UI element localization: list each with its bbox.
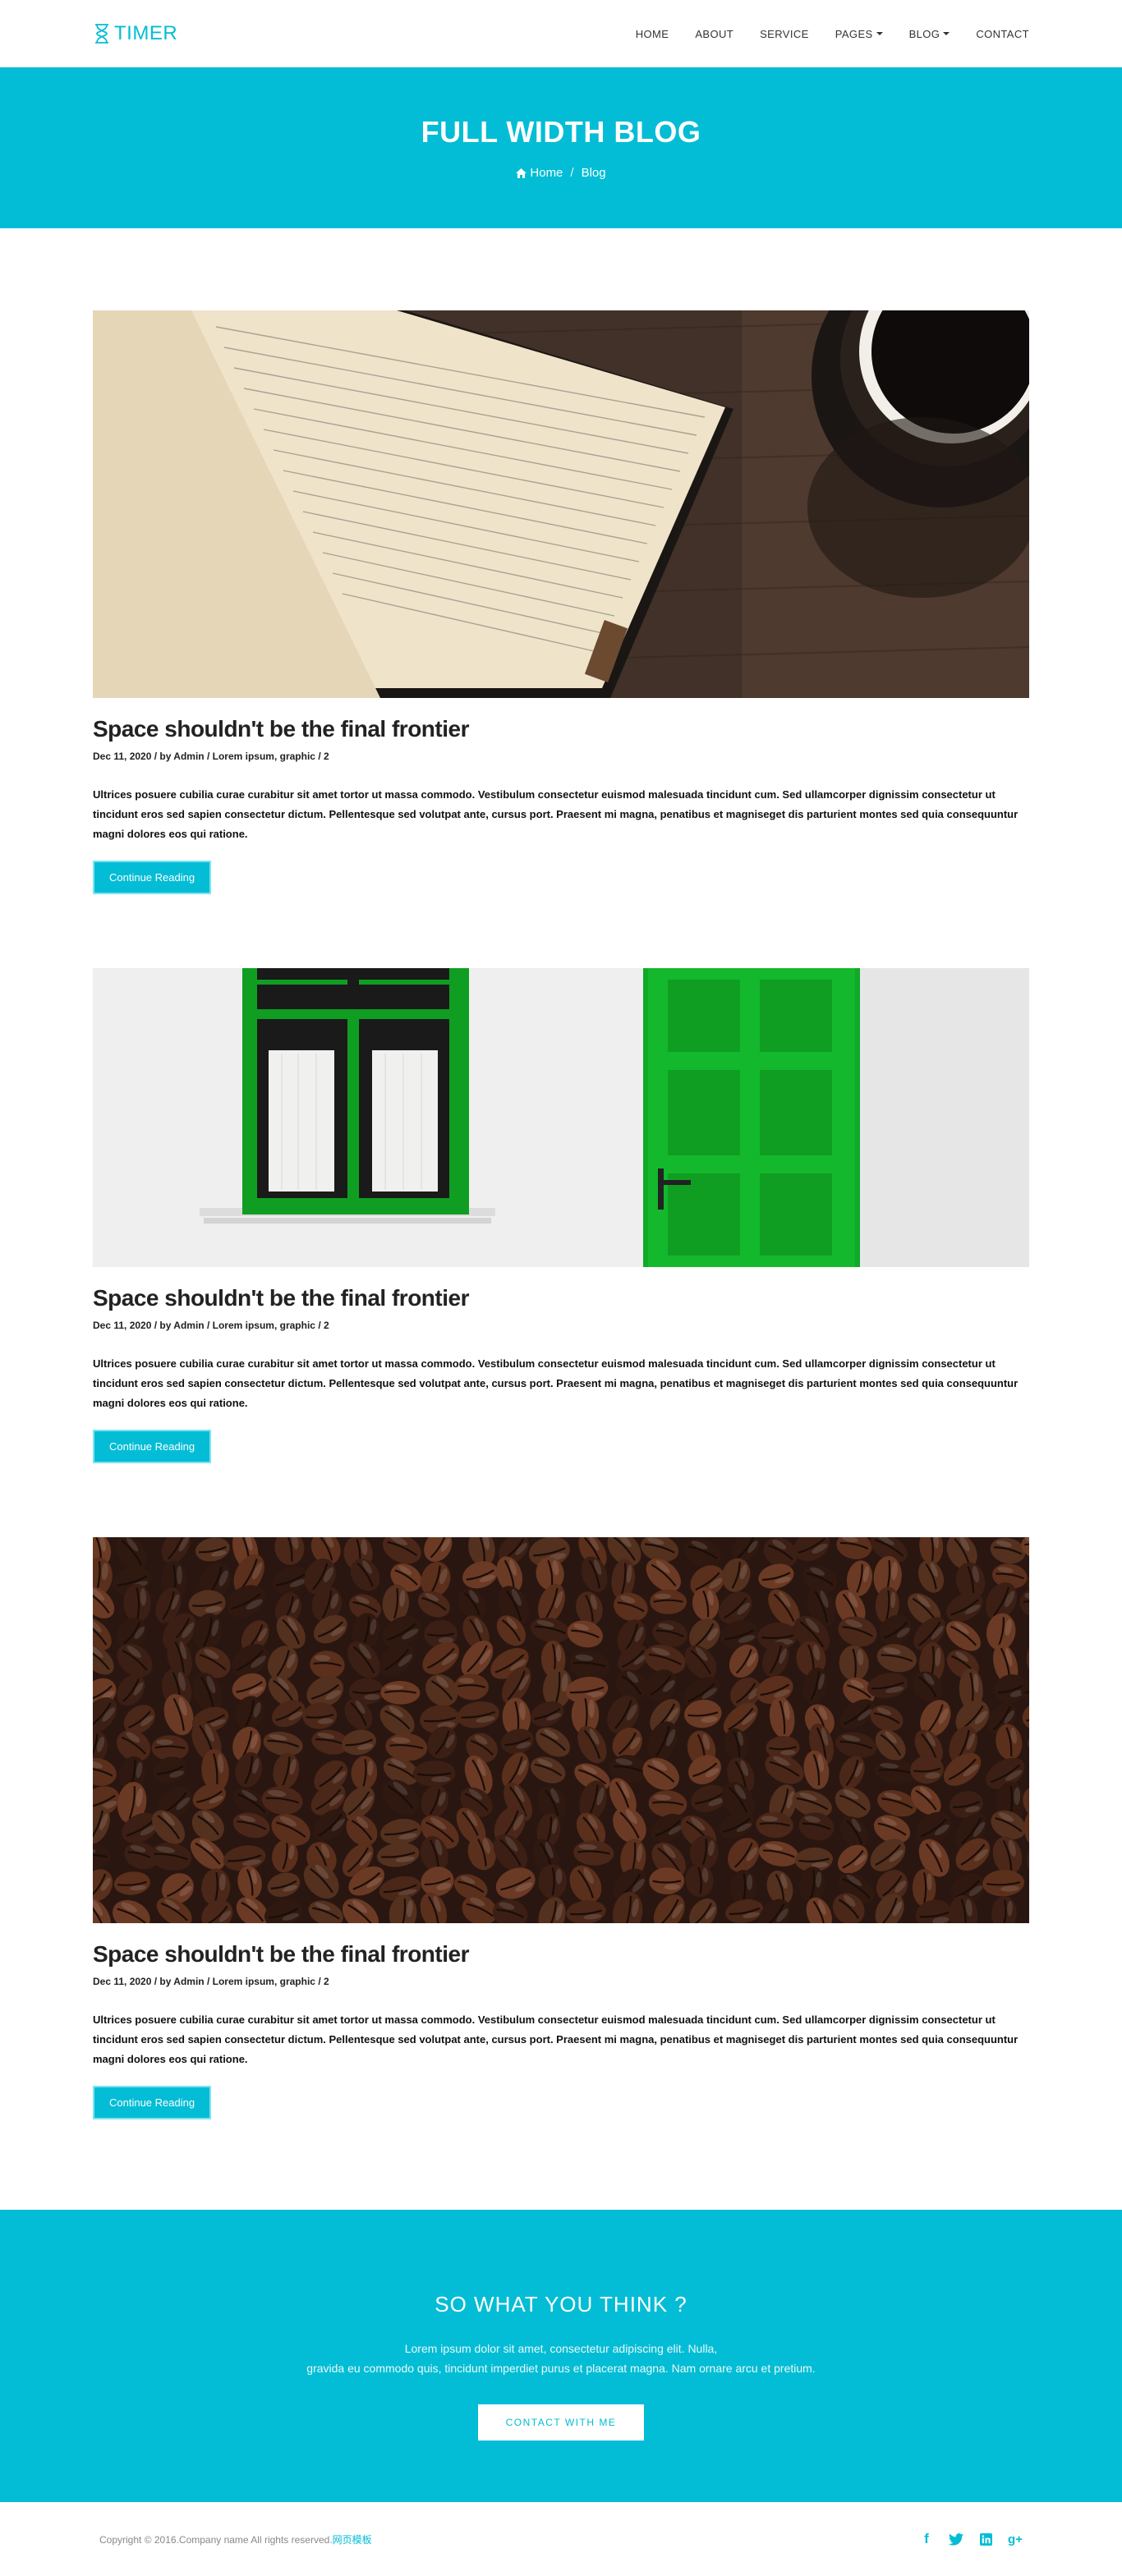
footer: Copyright © 2016.Company name All rights… [0,2502,1122,2576]
cta-section: SO WHAT YOU THINK ? Lorem ipsum dolor si… [0,2210,1122,2502]
page-title: FULL WIDTH BLOG [421,115,701,149]
social-links: f g+ [904,2531,1023,2546]
post-excerpt: Ultrices posuere cubilia curae curabitur… [93,788,1019,840]
post-title[interactable]: Space shouldn't be the final frontier [93,716,1029,742]
main-menu: HOME ABOUT SERVICE PAGES BLOG CONTACT [609,28,1029,40]
linkedin-icon[interactable] [978,2532,993,2546]
hourglass-icon [95,24,108,44]
continue-reading-button[interactable]: Continue Reading [93,861,212,894]
blog-post: Space shouldn't be the final frontier De… [93,968,1029,1463]
nav-item-label: SERVICE [760,27,809,40]
twitter-icon[interactable] [949,2532,963,2546]
nav-item-about[interactable]: ABOUT [695,28,733,40]
nav-item-label: CONTACT [976,27,1029,40]
breadcrumb: Home / Blog [0,166,1122,180]
continue-reading-button[interactable]: Continue Reading [93,2086,212,2119]
home-icon [516,168,527,178]
continue-reading-button[interactable]: Continue Reading [93,1430,212,1463]
page-hero: FULL WIDTH BLOG Home / Blog [0,67,1122,228]
post-excerpt: Ultrices posuere cubilia curae curabitur… [93,2014,1019,2065]
nav-item-home[interactable]: HOME [636,28,669,40]
nav-item-label: BLOG [908,27,940,40]
cta-text: Lorem ipsum dolor sit amet, consectetur … [0,2339,1122,2378]
breadcrumb-current: Blog [581,166,606,180]
copyright-text: Copyright © 2016.Company name All rights… [99,2533,333,2546]
brand-logo[interactable]: TIMER [93,22,177,45]
brand-name: TIMER [114,22,178,44]
navbar: TIMER HOME ABOUT SERVICE PAGES BLOG CONT… [0,0,1122,67]
post-meta: Dec 11, 2020 / by Admin / Lorem ipsum, g… [93,1320,329,1331]
cta-text-line-2: gravida eu commodo quis, tincidunt imper… [306,2362,816,2375]
cta-text-line-1: Lorem ipsum dolor sit amet, consectetur … [404,2342,718,2355]
google-plus-icon[interactable]: g+ [1008,2532,1023,2546]
nav-item-pages[interactable]: PAGES [835,28,883,40]
nav-item-label: ABOUT [695,27,734,40]
nav-item-label: PAGES [835,27,873,40]
contact-button[interactable]: CONTACT WITH ME [477,2404,645,2441]
post-excerpt: Ultrices posuere cubilia curae curabitur… [93,1357,1019,1409]
footer-inner: Copyright © 2016.Company name All rights… [99,2502,1023,2576]
breadcrumb-separator: / [570,166,574,180]
blog-post: Space shouldn't be the final frontier De… [93,310,1029,894]
caret-down-icon [876,32,883,35]
cta-title: SO WHAT YOU THINK ? [435,2292,687,2317]
blog-list: Space shouldn't be the final frontier De… [93,228,1029,2119]
breadcrumb-home-link[interactable]: Home [530,166,563,180]
post-image[interactable] [93,310,1029,698]
post-meta: Dec 11, 2020 / by Admin / Lorem ipsum, g… [93,1976,329,1987]
nav-item-contact[interactable]: CONTACT [976,28,1029,40]
post-title[interactable]: Space shouldn't be the final frontier [93,1285,1029,1311]
post-image[interactable] [93,1537,1029,1923]
nav-item-service[interactable]: SERVICE [760,28,809,40]
post-image[interactable] [93,968,1029,1267]
blog-post: Space shouldn't be the final frontier De… [93,1537,1029,2119]
nav-item-blog[interactable]: BLOG [909,28,950,40]
facebook-icon[interactable]: f [919,2531,934,2546]
copyright: Copyright © 2016.Company name All rights… [99,2532,372,2546]
caret-down-icon [943,32,950,35]
nav-item-label: HOME [635,27,669,40]
navbar-inner: TIMER HOME ABOUT SERVICE PAGES BLOG CONT… [93,0,1029,67]
post-meta: Dec 11, 2020 / by Admin / Lorem ipsum, g… [93,751,329,762]
footer-link[interactable]: 网页模板 [333,2534,372,2546]
post-title[interactable]: Space shouldn't be the final frontier [93,1941,1029,1968]
